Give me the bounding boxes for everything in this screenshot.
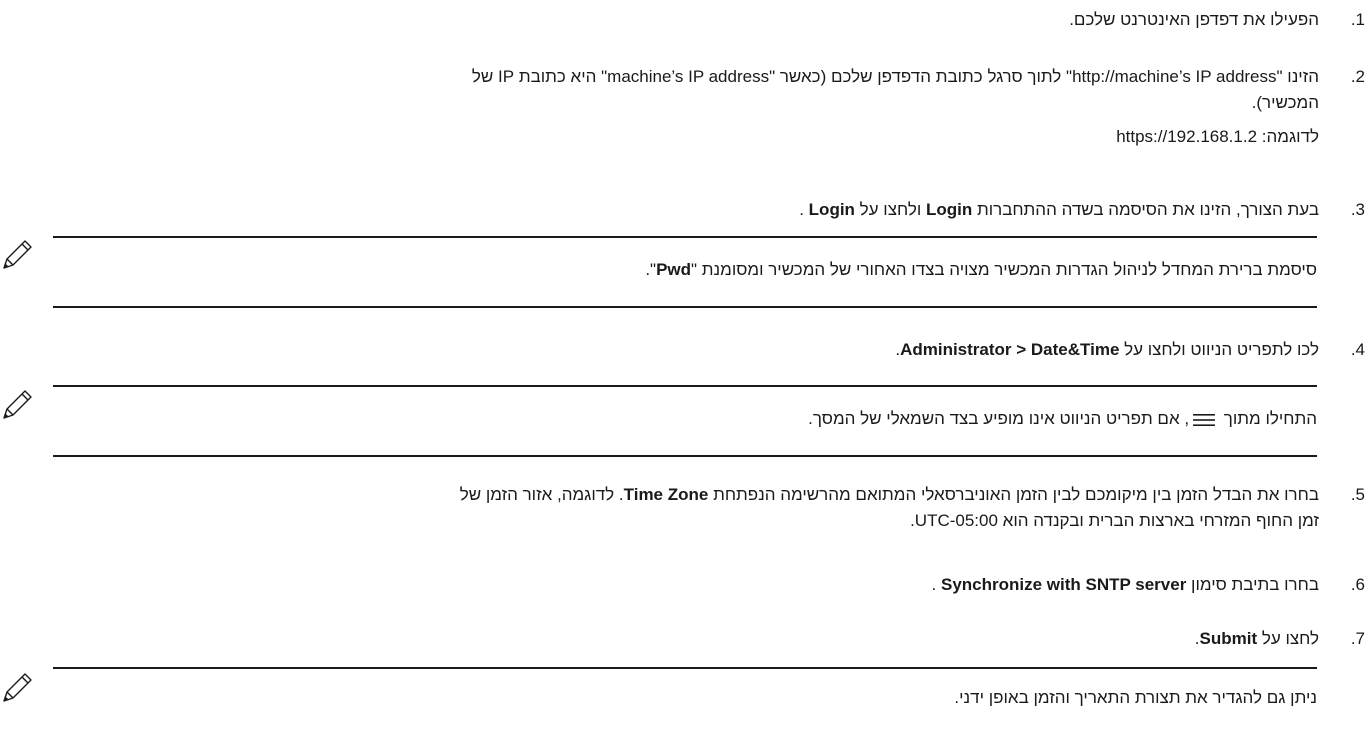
step-number: .5	[1350, 485, 1365, 504]
step-text: בעת הצורך, הזינו את הסיסמה בשדה ההתחברות…	[4, 197, 1319, 223]
note-text: ניתן גם להגדיר את תצורת התאריך והזמן באו…	[954, 688, 1317, 707]
step-text-line: זמן החוף המזרחי בארצות הברית ובקנדה הוא …	[910, 511, 1319, 530]
pencil-icon	[3, 240, 32, 269]
sntp-checkbox-label: Synchronize with SNTP server	[941, 575, 1187, 594]
step-number: .6	[1350, 575, 1365, 594]
note-text-part: התחילו מתוך	[1219, 409, 1317, 428]
step-text-line: בחרו את הבדל הזמן בין מיקומכם לבין הזמן …	[4, 482, 1319, 508]
note-text-part: , אם תפריט הניווט אינו מופיע בצד השמאלי …	[808, 409, 1190, 428]
note-2: התחילו מתוך , אם תפריט הניווט אינו מופיע…	[53, 385, 1317, 457]
step-text: הזינו "http://machine’s IP address" לתוך…	[4, 64, 1319, 150]
step-text-part: בחרו את הבדל הזמן בין מיקומכם לבין הזמן …	[708, 485, 1319, 504]
step-text-part: .	[799, 200, 809, 219]
step-number: .1	[1350, 10, 1365, 29]
note-text-part: סיסמת ברירת המחדל לניהול הגדרות המכשיר מ…	[691, 260, 1317, 279]
step-text-part: לכו לתפריט הניווט ולחצו על	[1119, 340, 1319, 359]
step-text-part: ולחצו על	[854, 200, 926, 219]
step-text-part: בחרו בתיבת סימון	[1186, 575, 1319, 594]
pencil-icon	[3, 673, 32, 702]
note-text: התחילו מתוך , אם תפריט הניווט אינו מופיע…	[53, 407, 1317, 431]
hamburger-menu-icon	[1193, 413, 1216, 426]
step-text-line: המכשיר).	[1251, 93, 1319, 112]
example-line: לדוגמה: https://192.168.1.2	[4, 124, 1319, 150]
step-text-line: הזינו "http://machine’s IP address" לתוך…	[471, 67, 1319, 86]
step-number: .3	[1350, 200, 1365, 219]
step-text: הפעילו את דפדפן האינטרנט שלכם.	[1069, 10, 1319, 29]
menu-path-label: Administrator > Date&Time	[900, 340, 1120, 359]
step-number: .4	[1350, 340, 1365, 359]
step-text: בחרו את הבדל הזמן בין מיקומכם לבין הזמן …	[4, 482, 1319, 534]
note-text: סיסמת ברירת המחדל לניהול הגדרות המכשיר מ…	[53, 258, 1317, 282]
note-text-part: ".	[645, 260, 657, 279]
example-url: https://192.168.1.2	[1116, 127, 1258, 146]
step-text: לכו לתפריט הניווט ולחצו על Administrator…	[4, 337, 1319, 363]
step-text-part: . לדוגמה, אזור הזמן של	[459, 485, 624, 504]
step-text-part: לחצו על	[1257, 629, 1319, 648]
example-label: לדוגמה:	[1261, 127, 1319, 146]
step-number: .7	[1350, 629, 1365, 648]
login-field-label: Login	[925, 200, 973, 219]
step-text: לחצו על Submit.	[4, 626, 1319, 652]
step-text: בחרו בתיבת סימון Synchronize with SNTP s…	[4, 572, 1319, 598]
note-3: ניתן גם להגדיר את תצורת התאריך והזמן באו…	[53, 667, 1317, 739]
time-zone-label: Time Zone	[623, 485, 709, 504]
pwd-label: Pwd	[656, 260, 692, 279]
step-text-part: .	[931, 575, 941, 594]
note-1: סיסמת ברירת המחדל לניהול הגדרות המכשיר מ…	[53, 236, 1317, 308]
pencil-icon	[3, 390, 32, 419]
step-text-part: בעת הצורך, הזינו את הסיסמה בשדה ההתחברות	[972, 200, 1319, 219]
submit-button-label: Submit	[1199, 629, 1258, 648]
step-number: .2	[1350, 67, 1365, 86]
login-button-label: Login	[808, 200, 855, 219]
